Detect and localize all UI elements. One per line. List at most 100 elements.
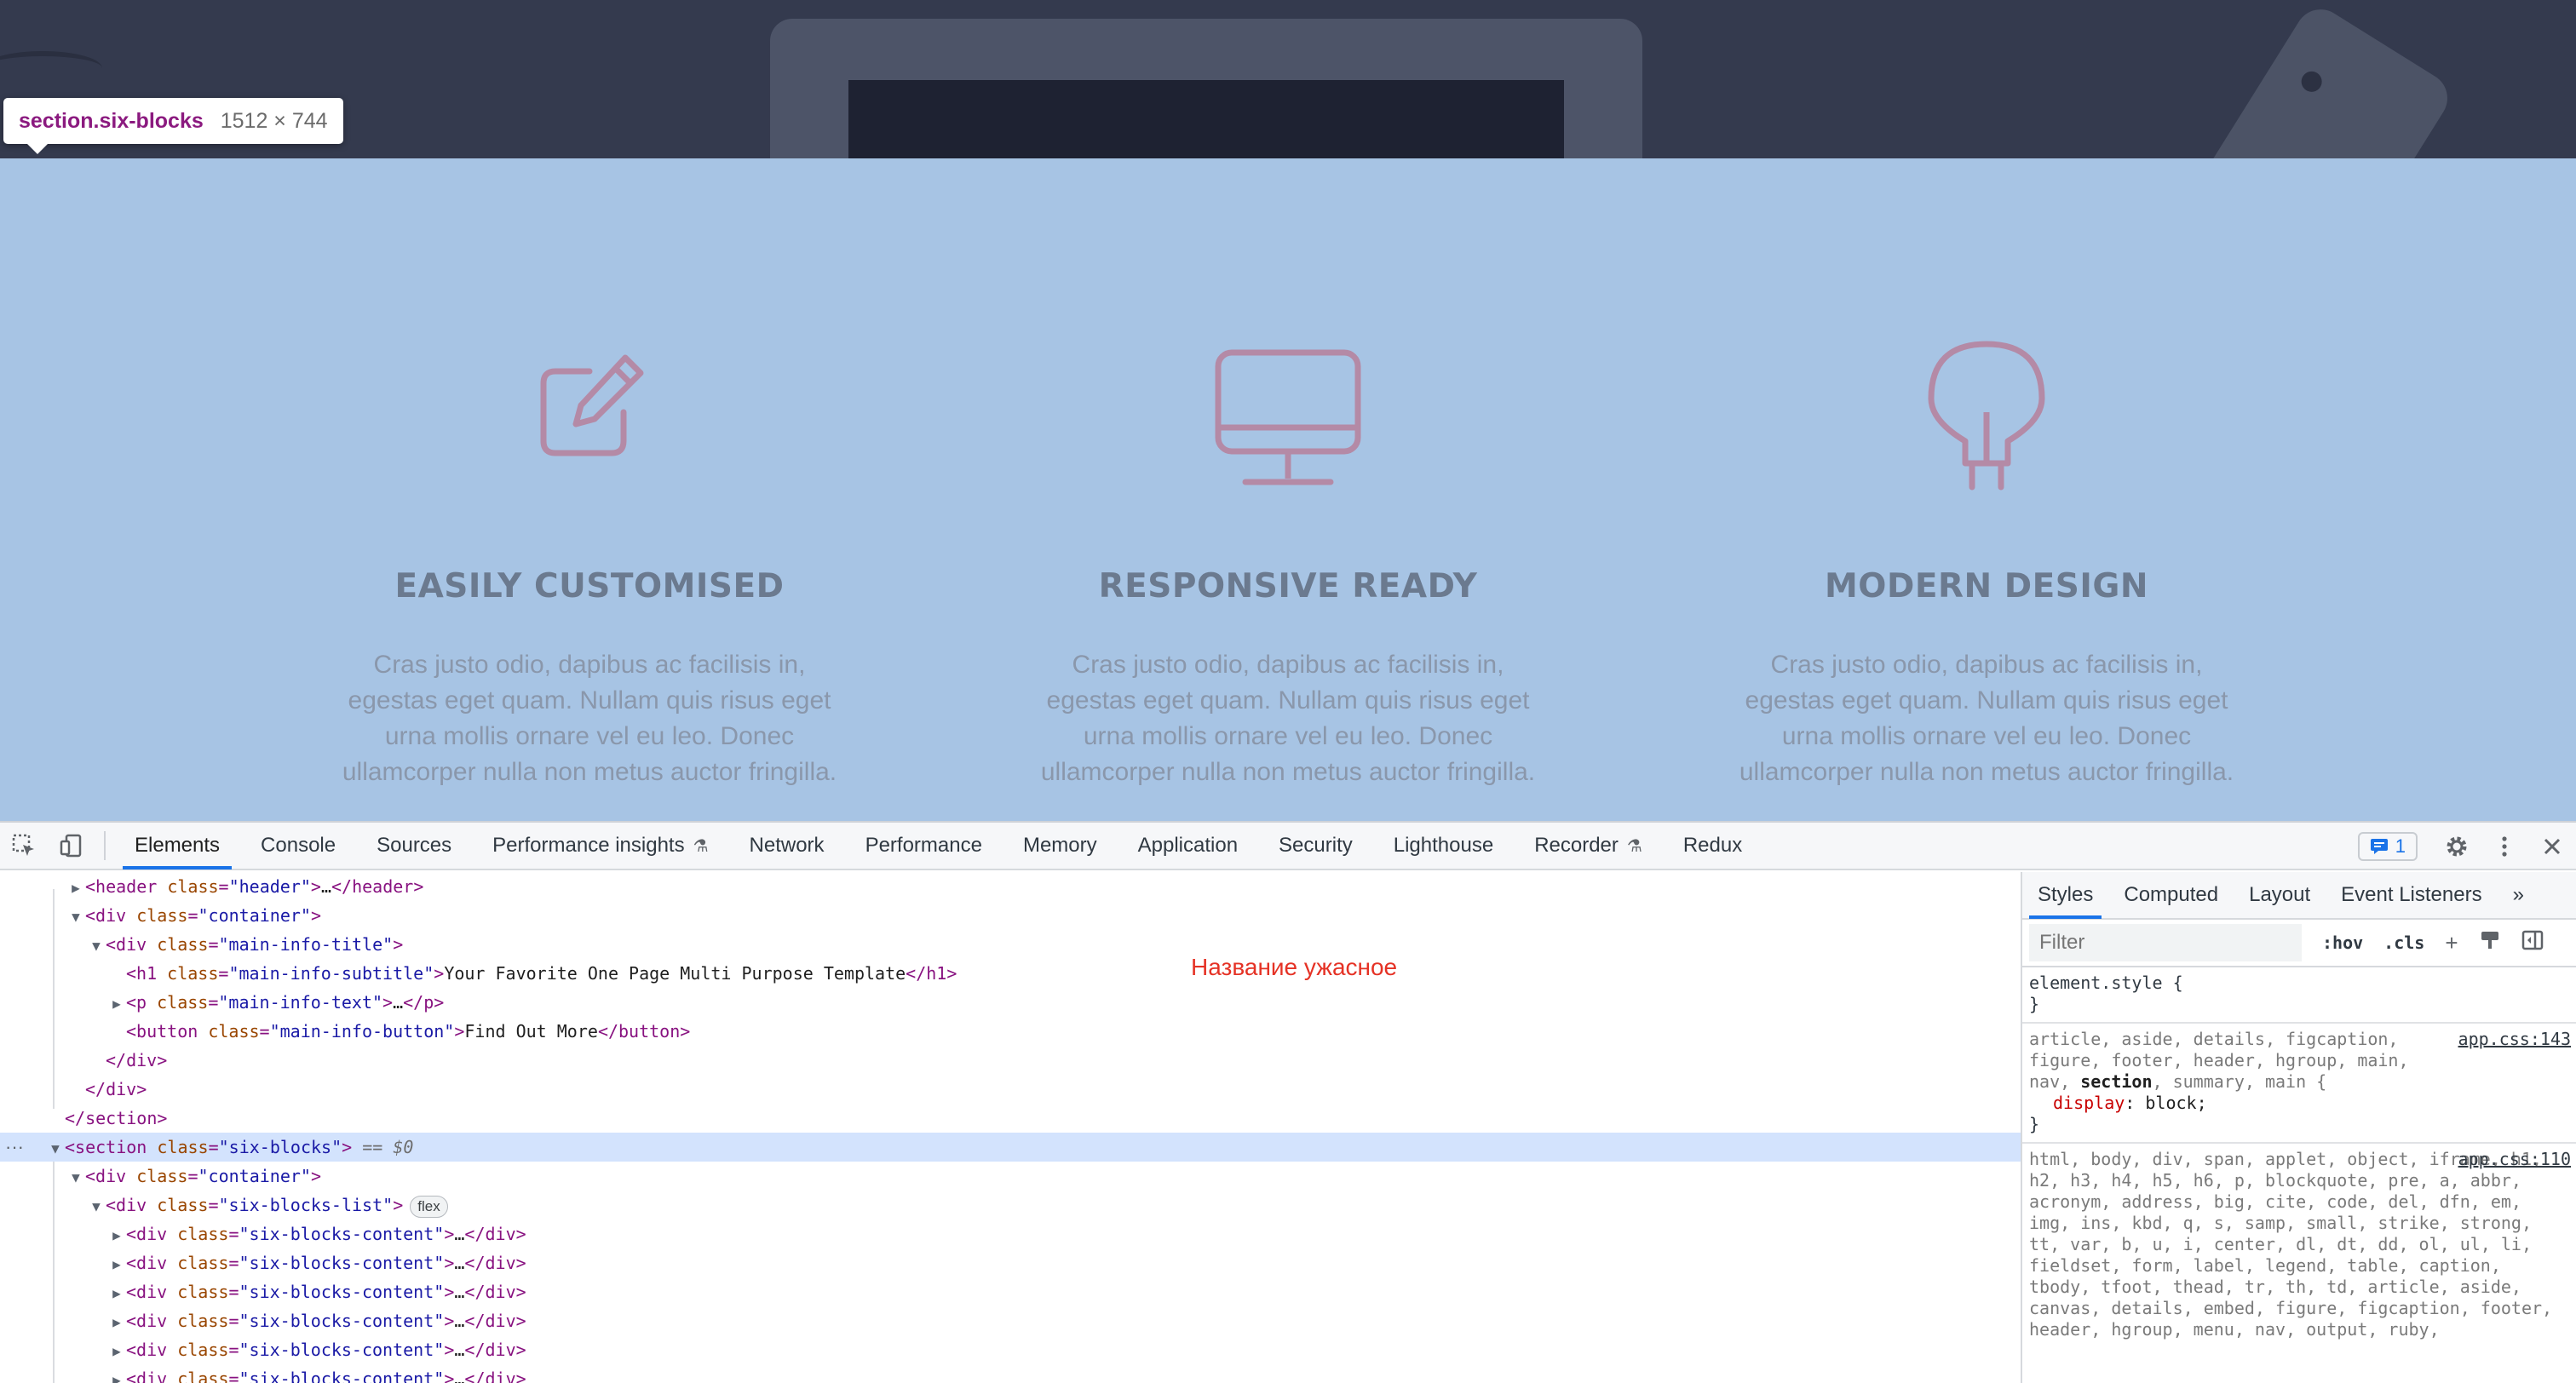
rule-close: } — [2029, 1114, 2040, 1134]
dom-node-close-div[interactable]: </div> — [0, 1075, 2021, 1104]
tab-lighthouse[interactable]: Lighthouse — [1373, 822, 1514, 869]
block-title: EASILY CUSTOMISED — [394, 567, 785, 605]
expand-triangle-icon[interactable]: ▶ — [66, 874, 85, 903]
laptop-image — [770, 19, 1642, 158]
settings-gear-icon[interactable] — [2433, 823, 2481, 870]
dom-node-main-info-title[interactable]: ▼ <div class="main-info-title"> — [0, 930, 2021, 959]
style-rule-reset[interactable]: app.css:110 html, body, div, span, apple… — [2022, 1144, 2576, 1347]
dom-node-close-div[interactable]: </div> — [0, 1046, 2021, 1075]
expand-triangle-icon[interactable]: ▶ — [107, 1221, 126, 1250]
rule-close: } — [2029, 994, 2040, 1014]
dom-node-header[interactable]: ▶ <header class="header">…</header> — [0, 872, 2021, 901]
tab-elements[interactable]: Elements — [114, 822, 240, 869]
styles-sidebar: Styles Computed Layout Event Listeners »… — [2021, 872, 2576, 1383]
dom-node-six-blocks-content[interactable]: ▶ <div class="six-blocks-content">…</div> — [0, 1219, 2021, 1248]
block-title: MODERN DESIGN — [1825, 567, 2148, 605]
close-devtools-icon[interactable] — [2528, 823, 2576, 870]
tab-redux[interactable]: Redux — [1663, 822, 1762, 869]
six-blocks-section: EASILY CUSTOMISED Cras justo odio, dapib… — [0, 158, 2576, 821]
devtools-panel: Elements Console Sources Performance ins… — [0, 821, 2576, 1383]
dom-node-container[interactable]: ▼ <div class="container"> — [0, 1162, 2021, 1191]
tab-event-listeners[interactable]: Event Listeners — [2326, 872, 2497, 919]
six-blocks-content: RESPONSIVE READY Cras justo odio, dapibu… — [1007, 158, 1569, 821]
dom-node-button[interactable]: <button class="main-info-button">Find Ou… — [0, 1017, 2021, 1046]
tab-console[interactable]: Console — [240, 822, 356, 869]
collapse-triangle-icon[interactable]: ▼ — [66, 1163, 85, 1192]
paint-brush-icon[interactable] — [2479, 929, 2501, 957]
edit-icon — [540, 354, 644, 456]
dom-node-container[interactable]: ▼ <div class="container"> — [0, 901, 2021, 930]
monitor-icon — [1215, 349, 1361, 485]
style-rule-element[interactable]: element.style { } — [2022, 967, 2576, 1024]
tab-security[interactable]: Security — [1258, 822, 1373, 869]
elements-tree[interactable]: ▶ <header class="header">…</header> ▼ <div… — [0, 872, 2021, 1383]
expand-triangle-icon[interactable]: ▶ — [107, 1337, 126, 1366]
experiment-flask-icon: ⚗ — [1626, 836, 1642, 856]
block-text: Cras justo odio, dapibus ac facilisis in… — [342, 651, 837, 786]
more-tabs-chevron-icon[interactable]: » — [2498, 872, 2539, 919]
tab-application[interactable]: Application — [1118, 822, 1258, 869]
page-viewport: EASILY CUSTOMISED Cras justo odio, dapib… — [0, 0, 2576, 821]
new-rule-plus-icon[interactable]: + — [2445, 930, 2458, 956]
more-options-icon[interactable] — [2481, 823, 2528, 870]
dom-node-six-blocks-list[interactable]: ▼ <div class="six-blocks-list"> flex — [0, 1191, 2021, 1219]
issues-badge[interactable]: 1 — [2357, 832, 2418, 861]
tab-recorder[interactable]: Recorder ⚗ — [1514, 822, 1663, 869]
style-rule-display-block[interactable]: app.css:143 article, aside, details, fig… — [2022, 1024, 2576, 1144]
rule-selector: article, aside, details, figcaption, fig… — [2029, 1029, 2409, 1092]
cls-button[interactable]: .cls — [2383, 933, 2424, 953]
rule-selector: html, body, div, span, applet, object, i… — [2029, 1149, 2553, 1340]
six-blocks-content: EASILY CUSTOMISED Cras justo odio, dapib… — [308, 158, 871, 821]
rule-source-link[interactable]: app.css:143 — [2458, 1029, 2571, 1050]
devtools-toolbar: Elements Console Sources Performance ins… — [0, 823, 2576, 870]
node-actions-ellipsis-icon[interactable]: ··· — [5, 1133, 24, 1162]
dom-node-p[interactable]: ▶ <p class="main-info-text">…</p> — [0, 988, 2021, 1017]
cable-shape — [0, 51, 102, 85]
expand-triangle-icon[interactable]: ▶ — [107, 1366, 126, 1383]
tooltip-size: 1512 × 744 — [220, 108, 328, 133]
tab-performance[interactable]: Performance — [845, 822, 1003, 869]
tab-network[interactable]: Network — [729, 822, 845, 869]
expand-triangle-icon[interactable]: ▶ — [107, 1250, 126, 1279]
annotation-note: Название ужасное — [1191, 954, 1398, 980]
laptop-screen — [848, 80, 1564, 158]
dom-node-six-blocks-content[interactable]: ▶ <div class="six-blocks-content">…</div> — [0, 1364, 2021, 1383]
block-text: Cras justo odio, dapibus ac facilisis in… — [1739, 651, 2234, 786]
tab-styles[interactable]: Styles — [2022, 872, 2108, 919]
flex-badge[interactable]: flex — [410, 1195, 448, 1218]
inspect-element-icon[interactable] — [0, 822, 48, 869]
collapse-triangle-icon[interactable]: ▼ — [46, 1134, 65, 1163]
dom-node-section-six-blocks[interactable]: ··· ▼ <section class="six-blocks"> == $0 — [0, 1133, 2021, 1162]
phone-image — [2176, 0, 2458, 158]
tab-computed[interactable]: Computed — [2108, 872, 2234, 919]
tab-sources[interactable]: Sources — [356, 822, 472, 869]
rule-source-link[interactable]: app.css:110 — [2458, 1149, 2571, 1170]
expand-triangle-icon[interactable]: ▶ — [107, 1279, 126, 1308]
tab-memory[interactable]: Memory — [1003, 822, 1118, 869]
styles-filter-input[interactable] — [2029, 924, 2302, 961]
expand-triangle-icon[interactable]: ▶ — [107, 990, 126, 1019]
toolbar-divider — [104, 831, 106, 860]
collapse-triangle-icon[interactable]: ▼ — [66, 903, 85, 932]
dom-node-close-section[interactable]: </section> — [0, 1104, 2021, 1133]
collapse-triangle-icon[interactable]: ▼ — [87, 932, 106, 961]
dom-node-h1[interactable]: <h1 class="main-info-subtitle">Your Favo… — [0, 959, 2021, 988]
collapse-triangle-icon[interactable]: ▼ — [87, 1192, 106, 1221]
tooltip-arrow — [27, 144, 48, 154]
experiment-flask-icon: ⚗ — [693, 836, 709, 856]
six-blocks-content: MODERN DESIGN Cras justo odio, dapibus a… — [1705, 158, 2268, 821]
toggle-sidebar-icon[interactable] — [2521, 929, 2544, 957]
dom-node-six-blocks-content[interactable]: ▶ <div class="six-blocks-content">…</div> — [0, 1277, 2021, 1306]
rule-declaration[interactable]: display: block; — [2029, 1093, 2569, 1114]
hov-button[interactable]: :hov — [2322, 933, 2363, 953]
expand-triangle-icon[interactable]: ▶ — [107, 1308, 126, 1337]
toolbar-right: 1 — [2357, 823, 2576, 870]
rule-selector: element.style { — [2029, 973, 2183, 993]
tab-performance-insights[interactable]: Performance insights ⚗ — [472, 822, 728, 869]
block-text: Cras justo odio, dapibus ac facilisis in… — [1040, 651, 1536, 786]
device-toolbar-icon[interactable] — [48, 822, 95, 869]
dom-node-six-blocks-content[interactable]: ▶ <div class="six-blocks-content">…</div> — [0, 1335, 2021, 1364]
dom-node-six-blocks-content[interactable]: ▶ <div class="six-blocks-content">…</div> — [0, 1306, 2021, 1335]
dom-node-six-blocks-content[interactable]: ▶ <div class="six-blocks-content">…</div> — [0, 1248, 2021, 1277]
tab-layout[interactable]: Layout — [2234, 872, 2326, 919]
